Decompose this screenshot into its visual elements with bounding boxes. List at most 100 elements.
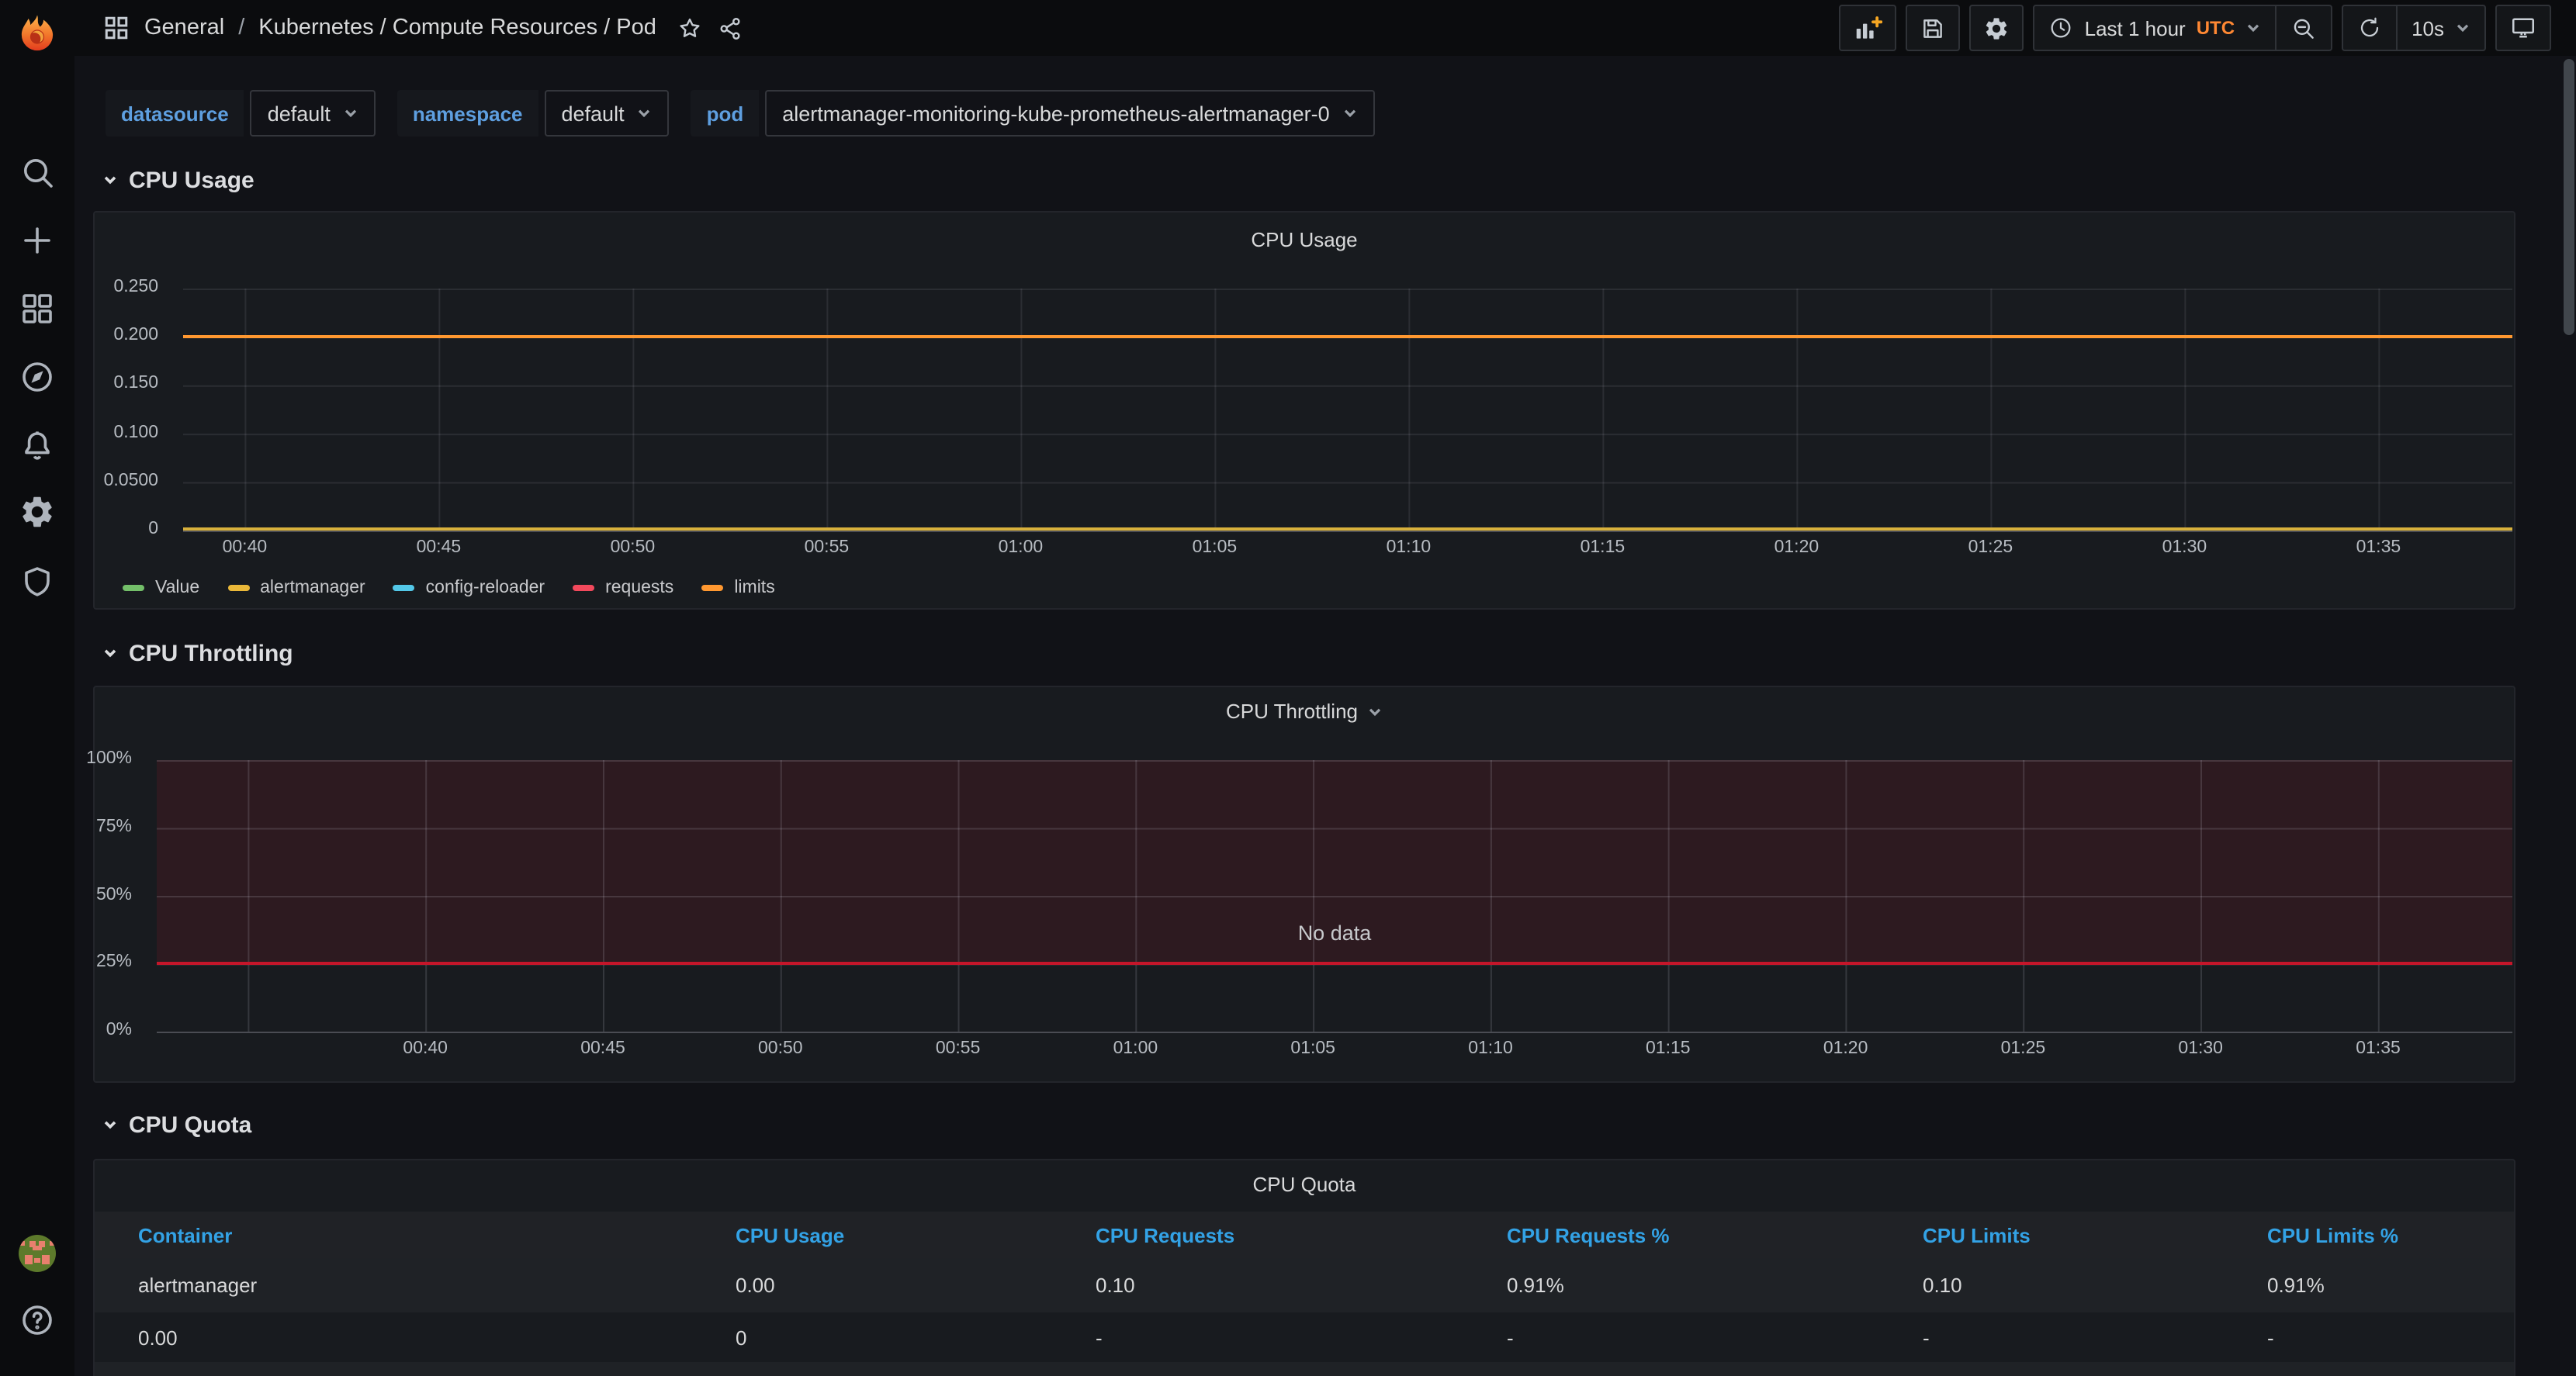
- vertical-scrollbar-thumb[interactable]: [2564, 59, 2574, 335]
- configuration-gear-icon[interactable]: [19, 493, 56, 531]
- x-tick-label: 01:25: [2000, 1039, 2046, 1058]
- legend-item-alertmanager[interactable]: alertmanager: [227, 579, 365, 597]
- x-tick-label: 01:10: [1386, 538, 1432, 557]
- x-tick-label: 01:15: [1646, 1039, 1691, 1058]
- legend-item-config-reloader[interactable]: config-reloader: [393, 579, 545, 597]
- breadcrumb-folder[interactable]: General: [144, 16, 224, 40]
- legend-item-limits[interactable]: limits: [701, 579, 775, 597]
- table-column-header[interactable]: CPU Requests: [1096, 1223, 1507, 1246]
- add-panel-button[interactable]: [1839, 5, 1897, 51]
- variable-datasource: datasource default: [106, 90, 376, 137]
- refresh-group: 10s: [2342, 5, 2486, 51]
- x-tick-label: 01:10: [1468, 1039, 1513, 1058]
- table-header-row: Container CPU Usage CPU Requests CPU Reques…: [95, 1212, 2514, 1258]
- namespace-select[interactable]: default: [544, 90, 670, 137]
- top-navbar: General / Kubernetes / Compute Resources…: [74, 0, 2576, 56]
- explore-compass-icon[interactable]: [19, 358, 56, 396]
- section-row-cpu-throttling[interactable]: CPU Throttling: [102, 638, 293, 669]
- y-tick-label: 50%: [95, 885, 132, 904]
- table-row-partial: [95, 1362, 2514, 1376]
- x-tick-label: 01:35: [2356, 1039, 2401, 1058]
- panel-title-cpu-usage[interactable]: CPU Usage: [95, 228, 2514, 251]
- legend-swatch: [227, 585, 250, 591]
- x-tick-label: 01:30: [2178, 1039, 2223, 1058]
- y-axis-labels: 0% 25% 50% 75% 100%: [86, 749, 144, 1039]
- table-column-header[interactable]: CPU Limits: [1923, 1223, 2267, 1246]
- table-column-header[interactable]: CPU Usage: [736, 1223, 1096, 1246]
- alerting-bell-icon[interactable]: [19, 427, 56, 464]
- y-tick-label: 25%: [95, 952, 132, 972]
- panel-title-cpu-throttling[interactable]: CPU Throttling: [95, 700, 2514, 723]
- table-column-header[interactable]: Container: [138, 1223, 736, 1246]
- variable-namespace: namespace default: [396, 90, 670, 137]
- user-avatar[interactable]: [19, 1235, 56, 1272]
- legend-swatch: [123, 585, 144, 591]
- legend-label: Value: [155, 579, 200, 597]
- datasource-select[interactable]: default: [250, 90, 376, 137]
- datasource-value: default: [267, 102, 331, 125]
- refresh-button[interactable]: [2343, 6, 2396, 50]
- y-tick-label: 0.0500: [103, 471, 158, 490]
- section-title: CPU Usage: [129, 167, 254, 193]
- dashboard-settings-button[interactable]: [1969, 5, 2024, 51]
- x-tick-label: 01:15: [1580, 538, 1626, 557]
- refresh-interval-picker[interactable]: 10s: [2396, 6, 2484, 50]
- x-tick-label: 00:55: [804, 538, 850, 557]
- section-row-cpu-quota[interactable]: CPU Quota: [102, 1109, 251, 1140]
- table-cell: 0: [736, 1326, 747, 1349]
- breadcrumb-dashboard-title[interactable]: Kubernetes / Compute Resources / Pod: [258, 16, 656, 40]
- kiosk-mode-button[interactable]: [2495, 5, 2551, 51]
- legend-swatch: [393, 585, 415, 591]
- threshold-line: [157, 962, 2512, 966]
- legend-label: requests: [605, 579, 674, 597]
- sidebar: [0, 0, 74, 1376]
- x-tick-label: 01:05: [1290, 1039, 1335, 1058]
- no-data-message: No data: [1297, 921, 1372, 945]
- legend-swatch: [573, 585, 595, 591]
- share-icon[interactable]: [717, 15, 743, 41]
- y-tick-label: 0.150: [113, 374, 158, 393]
- table-column-header[interactable]: CPU Limits %: [2267, 1223, 2514, 1246]
- panel-title-cpu-quota[interactable]: CPU Quota: [95, 1173, 2514, 1196]
- server-admin-shield-icon[interactable]: [19, 563, 56, 600]
- x-tick-label: 00:40: [403, 1039, 448, 1058]
- refresh-interval-label: 10s: [2412, 16, 2444, 40]
- x-tick-label: 00:55: [935, 1039, 981, 1058]
- pod-select[interactable]: alertmanager-monitoring-kube-prometheus-…: [765, 90, 1375, 137]
- section-row-cpu-usage[interactable]: CPU Usage: [102, 164, 254, 195]
- x-tick-label: 00:45: [580, 1039, 625, 1058]
- x-tick-label: 01:20: [1823, 1039, 1868, 1058]
- chevron-down-icon: [2455, 20, 2470, 36]
- y-tick-label: 0.100: [113, 423, 158, 442]
- legend-item-Value[interactable]: Value: [123, 579, 199, 597]
- dashboard-toolbar: Last 1 hour UTC 10s: [1839, 5, 2551, 51]
- x-tick-label: 01:35: [2356, 538, 2401, 557]
- table-cell: alertmanager: [138, 1274, 258, 1297]
- table-column-header[interactable]: CPU Requests %: [1507, 1223, 1923, 1246]
- dashboards-icon[interactable]: [19, 290, 56, 327]
- cpu-throttling-graph-area[interactable]: No data: [157, 760, 2512, 1033]
- help-icon[interactable]: [19, 1302, 56, 1339]
- x-tick-label: 00:40: [222, 538, 268, 557]
- cpu-usage-graph-area[interactable]: [183, 289, 2512, 532]
- x-tick-label: 01:00: [998, 538, 1044, 557]
- table-cell: 0.10: [1923, 1274, 1962, 1297]
- collapse-chevron-icon: [102, 172, 118, 188]
- y-tick-label: 100%: [86, 749, 132, 768]
- search-icon[interactable]: [19, 154, 56, 191]
- grafana-logo[interactable]: [16, 12, 59, 56]
- x-axis-labels: 00:40 00:45 00:50 00:55 01:00 01:05 01:10 01:15…: [183, 538, 2512, 560]
- star-icon[interactable]: [677, 15, 703, 41]
- create-plus-icon[interactable]: [19, 222, 56, 259]
- pod-value: alertmanager-monitoring-kube-prometheus-…: [782, 102, 1330, 125]
- legend-label: config-reloader: [425, 579, 545, 597]
- legend-item-requests[interactable]: requests: [573, 579, 673, 597]
- table-cell: 0.00: [138, 1326, 178, 1349]
- time-picker-group: Last 1 hour UTC: [2033, 5, 2333, 51]
- time-range-picker[interactable]: Last 1 hour UTC: [2035, 6, 2275, 50]
- save-dashboard-button[interactable]: [1906, 5, 1961, 51]
- x-tick-label: 00:50: [610, 538, 656, 557]
- panel-title-text: CPU Throttling: [1225, 700, 1358, 723]
- x-tick-label: 01:25: [1968, 538, 2013, 557]
- zoom-out-button[interactable]: [2275, 6, 2331, 50]
